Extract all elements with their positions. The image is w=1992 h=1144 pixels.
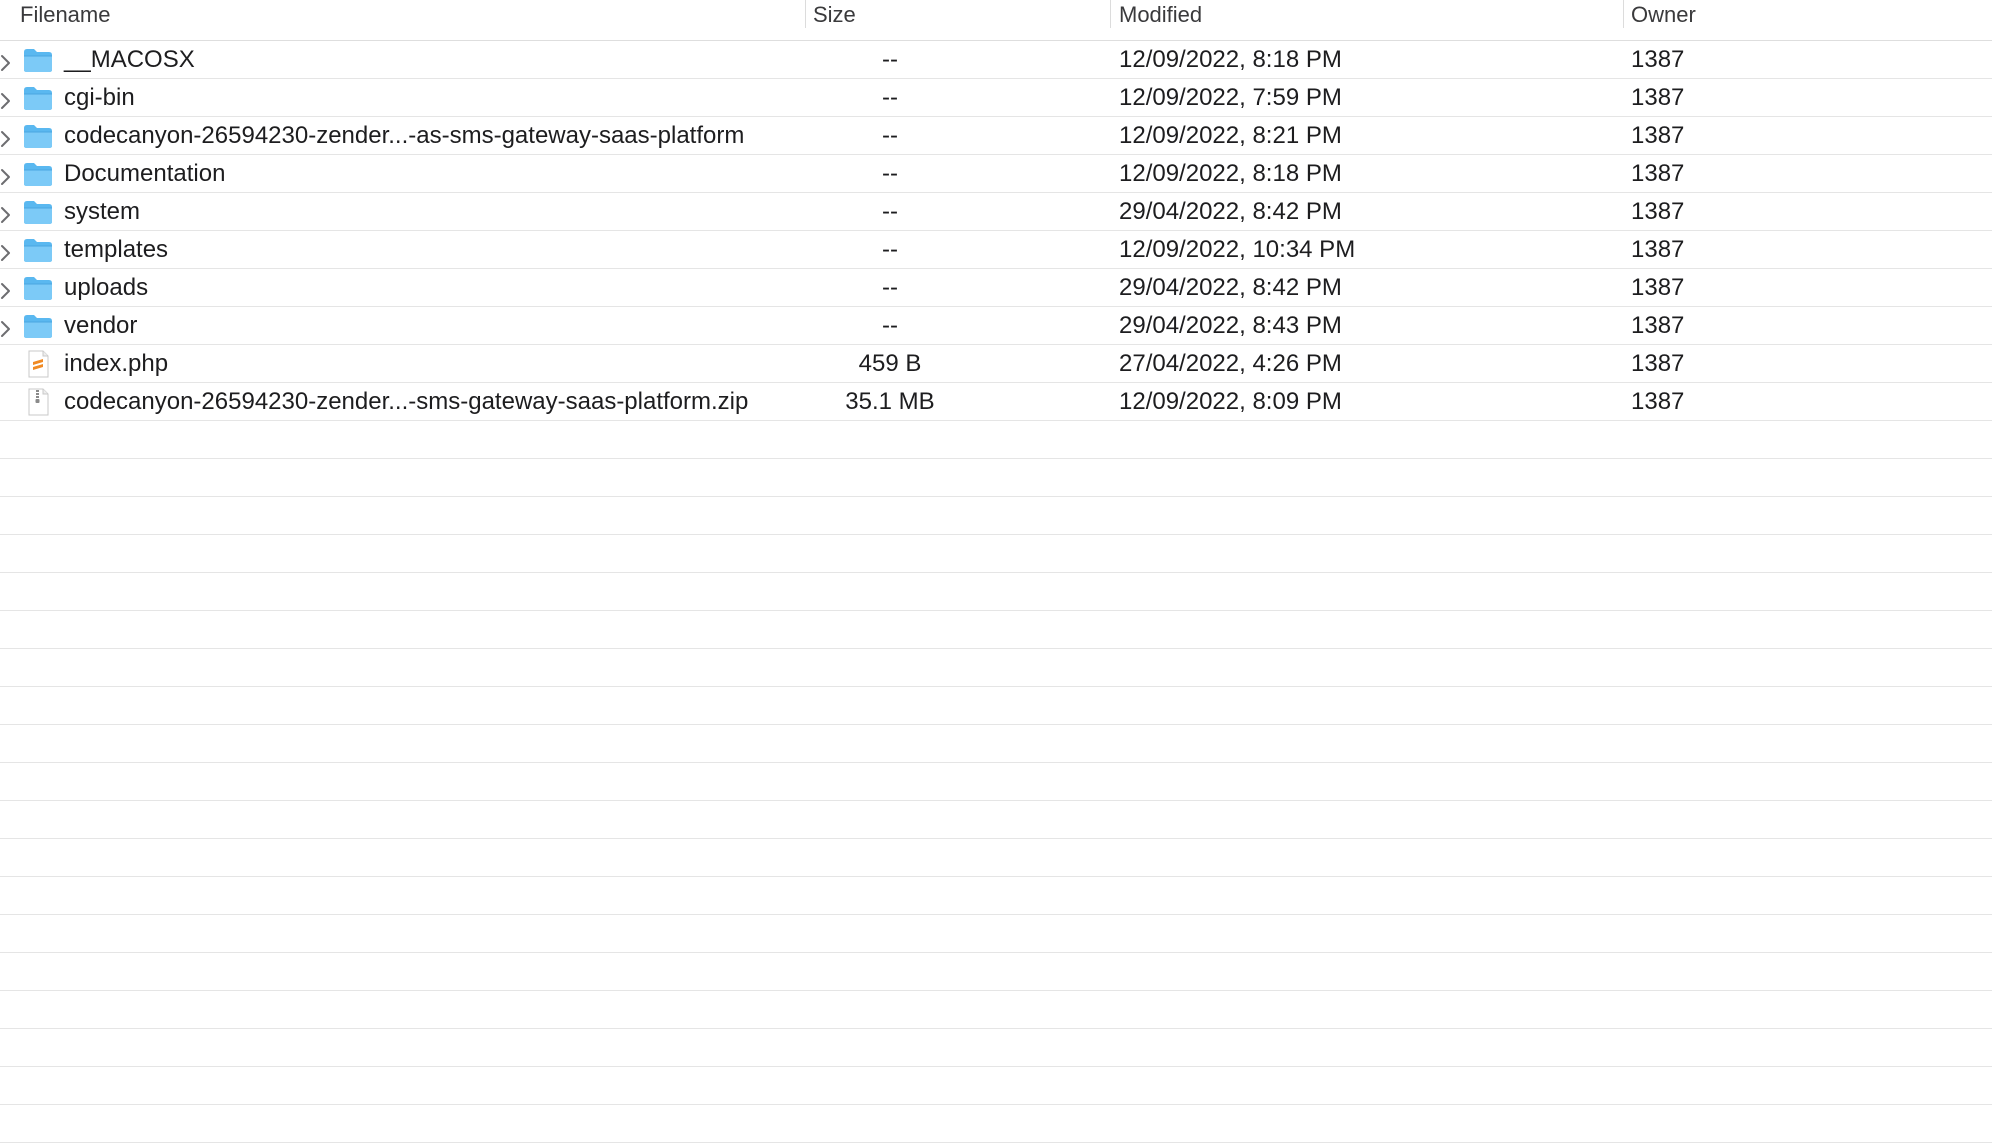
file-row[interactable]: system -- 29/04/2022, 8:42 PM 1387: [0, 193, 1992, 231]
owner-cell: 1387: [1631, 388, 1685, 415]
file-row[interactable]: cgi-bin -- 12/09/2022, 7:59 PM 1387: [0, 79, 1992, 117]
chevron-right-icon[interactable]: [0, 86, 14, 109]
filename-cell[interactable]: system: [64, 193, 140, 231]
filename-cell[interactable]: index.php: [64, 345, 168, 383]
column-divider[interactable]: [1110, 0, 1111, 28]
empty-row: [0, 725, 1992, 763]
column-header-owner[interactable]: Owner: [1631, 0, 1696, 40]
owner-cell: 1387: [1631, 122, 1685, 149]
file-row[interactable]: codecanyon-26594230-zender...-as-sms-gat…: [0, 117, 1992, 155]
modified-cell: 27/04/2022, 4:26 PM: [1119, 350, 1342, 377]
empty-row: [0, 459, 1992, 497]
filename-cell[interactable]: Documentation: [64, 155, 225, 193]
size-cell: 459 B: [858, 350, 922, 377]
owner-cell: 1387: [1631, 350, 1685, 377]
filename-cell[interactable]: __MACOSX: [64, 41, 195, 79]
chevron-right-icon[interactable]: [0, 200, 14, 223]
empty-row: [0, 535, 1992, 573]
empty-row: [0, 1105, 1992, 1143]
column-divider[interactable]: [1623, 0, 1624, 28]
folder-icon: [22, 46, 54, 74]
size-cell: --: [882, 236, 898, 263]
file-row[interactable]: Documentation -- 12/09/2022, 8:18 PM 1387: [0, 155, 1992, 193]
column-divider[interactable]: [805, 0, 806, 28]
empty-row: [0, 915, 1992, 953]
filename-cell[interactable]: vendor: [64, 307, 137, 345]
empty-row: [0, 421, 1992, 459]
column-header-filename[interactable]: Filename: [20, 0, 110, 40]
size-cell: --: [882, 160, 898, 187]
chevron-right-icon[interactable]: [0, 124, 14, 147]
filename-cell[interactable]: cgi-bin: [64, 79, 135, 117]
empty-row: [0, 953, 1992, 991]
owner-cell: 1387: [1631, 46, 1685, 73]
folder-icon: [22, 198, 54, 226]
file-row[interactable]: templates -- 12/09/2022, 10:34 PM 1387: [0, 231, 1992, 269]
size-cell: --: [882, 274, 898, 301]
filename-cell[interactable]: codecanyon-26594230-zender...-as-sms-gat…: [64, 117, 744, 155]
modified-cell: 29/04/2022, 8:42 PM: [1119, 274, 1342, 301]
modified-cell: 12/09/2022, 8:21 PM: [1119, 122, 1342, 149]
filename-cell[interactable]: uploads: [64, 269, 148, 307]
file-browser: Filename Size Modified Owner __MACOSX -- 1…: [0, 0, 1992, 1144]
empty-row: [0, 801, 1992, 839]
column-header: Filename Size Modified Owner: [0, 0, 1992, 41]
folder-icon: [22, 312, 54, 340]
owner-cell: 1387: [1631, 274, 1685, 301]
file-row[interactable]: vendor -- 29/04/2022, 8:43 PM 1387: [0, 307, 1992, 345]
chevron-right-icon[interactable]: [0, 48, 14, 71]
empty-row: [0, 763, 1992, 801]
empty-row: [0, 497, 1992, 535]
chevron-right-icon[interactable]: [0, 276, 14, 299]
filename-cell[interactable]: codecanyon-26594230-zender...-sms-gatewa…: [64, 383, 748, 421]
empty-row: [0, 573, 1992, 611]
empty-row: [0, 611, 1992, 649]
zip-file-icon: [22, 388, 54, 416]
size-cell: --: [882, 198, 898, 225]
file-row[interactable]: __MACOSX -- 12/09/2022, 8:18 PM 1387: [0, 41, 1992, 79]
modified-cell: 29/04/2022, 8:42 PM: [1119, 198, 1342, 225]
filename-cell[interactable]: templates: [64, 231, 168, 269]
file-row[interactable]: index.php 459 B 27/04/2022, 4:26 PM 1387: [0, 345, 1992, 383]
empty-row: [0, 839, 1992, 877]
size-cell: --: [882, 122, 898, 149]
size-cell: --: [882, 46, 898, 73]
size-cell: --: [882, 312, 898, 339]
owner-cell: 1387: [1631, 312, 1685, 339]
folder-icon: [22, 236, 54, 264]
file-row[interactable]: uploads -- 29/04/2022, 8:42 PM 1387: [0, 269, 1992, 307]
size-cell: --: [882, 84, 898, 111]
size-cell: 35.1 MB: [845, 388, 935, 415]
empty-row: [0, 649, 1992, 687]
chevron-right-icon[interactable]: [0, 314, 14, 337]
folder-icon: [22, 160, 54, 188]
folder-icon: [22, 84, 54, 112]
modified-cell: 12/09/2022, 8:18 PM: [1119, 160, 1342, 187]
empty-row: [0, 877, 1992, 915]
modified-cell: 12/09/2022, 10:34 PM: [1119, 236, 1356, 263]
folder-icon: [22, 122, 54, 150]
owner-cell: 1387: [1631, 160, 1685, 187]
modified-cell: 12/09/2022, 7:59 PM: [1119, 84, 1342, 111]
empty-row: [0, 1067, 1992, 1105]
chevron-right-icon[interactable]: [0, 162, 14, 185]
owner-cell: 1387: [1631, 198, 1685, 225]
file-row[interactable]: codecanyon-26594230-zender...-sms-gatewa…: [0, 383, 1992, 421]
column-header-modified[interactable]: Modified: [1119, 0, 1202, 40]
modified-cell: 12/09/2022, 8:09 PM: [1119, 388, 1342, 415]
empty-row: [0, 687, 1992, 725]
chevron-right-icon[interactable]: [0, 238, 14, 261]
empty-row: [0, 1029, 1992, 1067]
modified-cell: 12/09/2022, 8:18 PM: [1119, 46, 1342, 73]
folder-icon: [22, 274, 54, 302]
empty-row: [0, 991, 1992, 1029]
modified-cell: 29/04/2022, 8:43 PM: [1119, 312, 1342, 339]
owner-cell: 1387: [1631, 84, 1685, 111]
php-file-icon: [22, 350, 54, 378]
owner-cell: 1387: [1631, 236, 1685, 263]
column-header-size[interactable]: Size: [813, 0, 856, 40]
file-list: __MACOSX -- 12/09/2022, 8:18 PM 1387 cgi-bin…: [0, 41, 1992, 1143]
